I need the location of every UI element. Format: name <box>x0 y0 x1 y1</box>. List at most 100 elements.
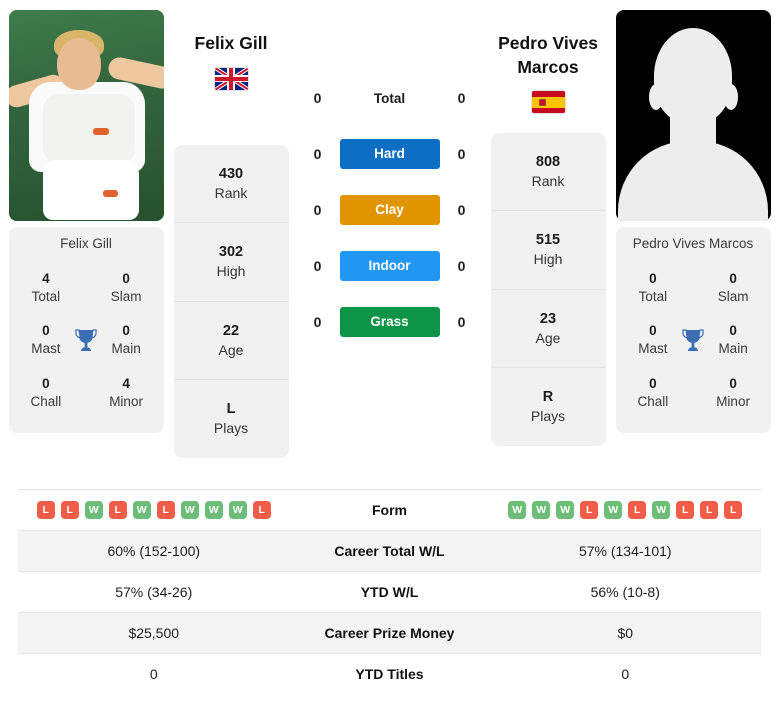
right-form-badges: WWWLWLWLLL <box>490 501 762 519</box>
row-label-prize-money: Career Prize Money <box>324 625 455 641</box>
avatar-ear-left <box>648 84 663 110</box>
right-stat-plays-label: Plays <box>530 408 566 425</box>
right-player-stat-card: 808 Rank 515 High 23 Age R Plays <box>490 133 606 446</box>
left-stat-plays-value: L <box>226 401 236 418</box>
right-player-name[interactable]: Pedro Vives Marcos <box>489 32 607 79</box>
left-stat-age-label: Age <box>218 341 244 358</box>
right-titles-mast: 0 Mast <box>628 323 679 357</box>
left-stat-rank-value: 430 <box>218 166 244 182</box>
row-label-form: Form <box>372 502 407 518</box>
form-badge-loss: L <box>36 501 55 519</box>
right-stat-rank-label: Rank <box>531 172 565 189</box>
h2h-total-label: Total <box>373 90 406 106</box>
photo-shorts <box>42 160 139 220</box>
right-titles-row-3: 0 Chall 0 Minor <box>622 367 765 419</box>
right-stat-age-label: Age <box>535 329 561 346</box>
left-player-titles-card: 4 Total 0 Slam 0 Mast 0 Main 0 Chall 4 M… <box>8 258 164 434</box>
left-stat-rank: 430 Rank <box>173 145 289 224</box>
titles-row-3: 0 Chall 4 Minor <box>15 367 158 419</box>
right-stat-high-label: High <box>533 251 563 268</box>
right-player-photo <box>615 10 771 221</box>
h2h-total-right: 0 <box>457 90 466 106</box>
form-badge-win: W <box>532 501 551 519</box>
left-player-photo-caption: Felix Gill <box>8 227 164 258</box>
right-titles-total: 0 Total <box>628 271 679 305</box>
left-player-photo <box>8 10 164 221</box>
surface-badge-grass[interactable]: Grass <box>339 307 440 337</box>
row-label-ytd-titles: YTD Titles <box>355 665 424 682</box>
right-player-identity: Pedro Vives Marcos 808 Rank 515 High 23 … <box>489 10 607 446</box>
h2h-hard-badge-wrap: Hard <box>339 139 440 169</box>
right-stat-plays-value: R <box>542 389 554 406</box>
left-prize-money: $25,500 <box>128 625 180 641</box>
form-badge-loss: L <box>724 501 743 519</box>
right-titles-slam-value: 0 <box>729 271 737 286</box>
left-titles-chall: 0 Chall <box>21 376 72 410</box>
right-titles-mast-value: 0 <box>649 323 657 339</box>
left-player-photo-column: Felix Gill 4 Total 0 Slam 0 Mast 0 Main … <box>0 10 172 434</box>
left-titles-slam: 0 Slam <box>101 271 152 305</box>
form-badge-win: W <box>84 501 103 519</box>
form-badge-win: W <box>556 501 575 519</box>
left-titles-main-label: Main <box>111 341 141 357</box>
h2h-grass-right: 0 <box>457 314 466 330</box>
surface-badge-indoor[interactable]: Indoor <box>339 251 440 281</box>
surface-badge-hard[interactable]: Hard <box>339 139 440 169</box>
table-row-career-wl: 60% (152-100) Career Total W/L 57% (134-… <box>18 530 761 571</box>
right-stat-plays: R Plays <box>491 368 606 445</box>
right-titles-chall-label: Chall <box>637 393 669 409</box>
h2h-row-total: 0 Total 0 <box>290 70 489 126</box>
h2h-total-left: 0 <box>313 90 322 106</box>
form-badge-loss: L <box>156 501 175 519</box>
right-career-wl: 57% (134-101) <box>578 543 672 559</box>
left-career-wl: 60% (152-100) <box>107 543 201 559</box>
left-stat-rank-label: Rank <box>214 184 248 201</box>
trophy-icon <box>678 328 707 353</box>
right-stat-age: 23 Age <box>490 290 606 369</box>
right-stat-age-value: 23 <box>539 310 557 327</box>
photo-head <box>56 38 101 90</box>
left-titles-chall-value: 0 <box>42 375 50 391</box>
right-titles-chall: 0 Chall <box>628 376 679 410</box>
h2h-total-label-wrap: Total <box>340 91 440 106</box>
h2h-row-indoor: 0 Indoor 0 <box>290 238 489 294</box>
surface-badge-clay[interactable]: Clay <box>339 195 440 225</box>
right-player-titles-card: 0 Total 0 Slam 0 Mast 0 Main 0 Chall 0 M… <box>615 258 771 434</box>
left-titles-main-value: 0 <box>122 323 130 339</box>
row-label-career-wl: Career Total W/L <box>334 543 445 559</box>
right-titles-minor-label: Minor <box>716 393 750 409</box>
left-titles-minor: 4 Minor <box>101 376 152 410</box>
right-stat-high-value: 515 <box>535 232 561 249</box>
right-titles-main: 0 Main <box>708 323 759 357</box>
right-titles-main-label: Main <box>718 341 748 357</box>
left-stat-plays: L Plays <box>174 380 289 457</box>
form-badge-loss: L <box>580 501 599 519</box>
left-player-name-block: Felix Gill <box>172 10 290 128</box>
left-player-stat-card: 430 Rank 302 High 22 Age L Plays <box>173 145 289 458</box>
right-titles-row-2: 0 Mast 0 Main <box>622 314 765 366</box>
left-titles-mast-label: Mast <box>31 341 61 357</box>
form-badge-win: W <box>132 501 151 519</box>
form-badge-win: W <box>180 501 199 519</box>
left-form-cell: LLWLWLWWWL <box>18 501 290 519</box>
h2h-indoor-badge-wrap: Indoor <box>339 251 440 281</box>
table-row-form: LLWLWLWWWL Form WWWLWLWLLL <box>18 489 761 530</box>
right-stat-rank: 808 Rank <box>490 133 606 212</box>
right-player-photo-column: Pedro Vives Marcos 0 Total 0 Slam 0 Mast… <box>607 10 779 434</box>
titles-row-1: 4 Total 0 Slam <box>15 262 158 314</box>
form-badge-loss: L <box>676 501 695 519</box>
h2h-grass-badge-wrap: Grass <box>339 307 440 337</box>
head-to-head-column: 0 Total 0 0 Hard 0 0 Clay 0 0 Indoor 0 0… <box>290 10 489 350</box>
table-row-prize-money: $25,500 Career Prize Money $0 <box>18 612 761 653</box>
h2h-indoor-left: 0 <box>313 258 322 274</box>
left-titles-total-label: Total <box>31 288 61 304</box>
player-comparison-page: Felix Gill 4 Total 0 Slam 0 Mast 0 Main … <box>0 0 779 703</box>
form-badge-loss: L <box>700 501 719 519</box>
avatar-ear-right <box>723 84 738 110</box>
left-player-identity: Felix Gill 430 Rank 302 High 22 Age L Pl… <box>172 10 290 458</box>
left-ytd-titles: 0 <box>149 665 158 682</box>
left-stat-plays-label: Plays <box>213 420 249 437</box>
left-player-name[interactable]: Felix Gill <box>172 32 290 56</box>
left-player-stat-column: 430 Rank 302 High 22 Age L Plays <box>173 145 289 458</box>
h2h-clay-right: 0 <box>457 202 466 218</box>
